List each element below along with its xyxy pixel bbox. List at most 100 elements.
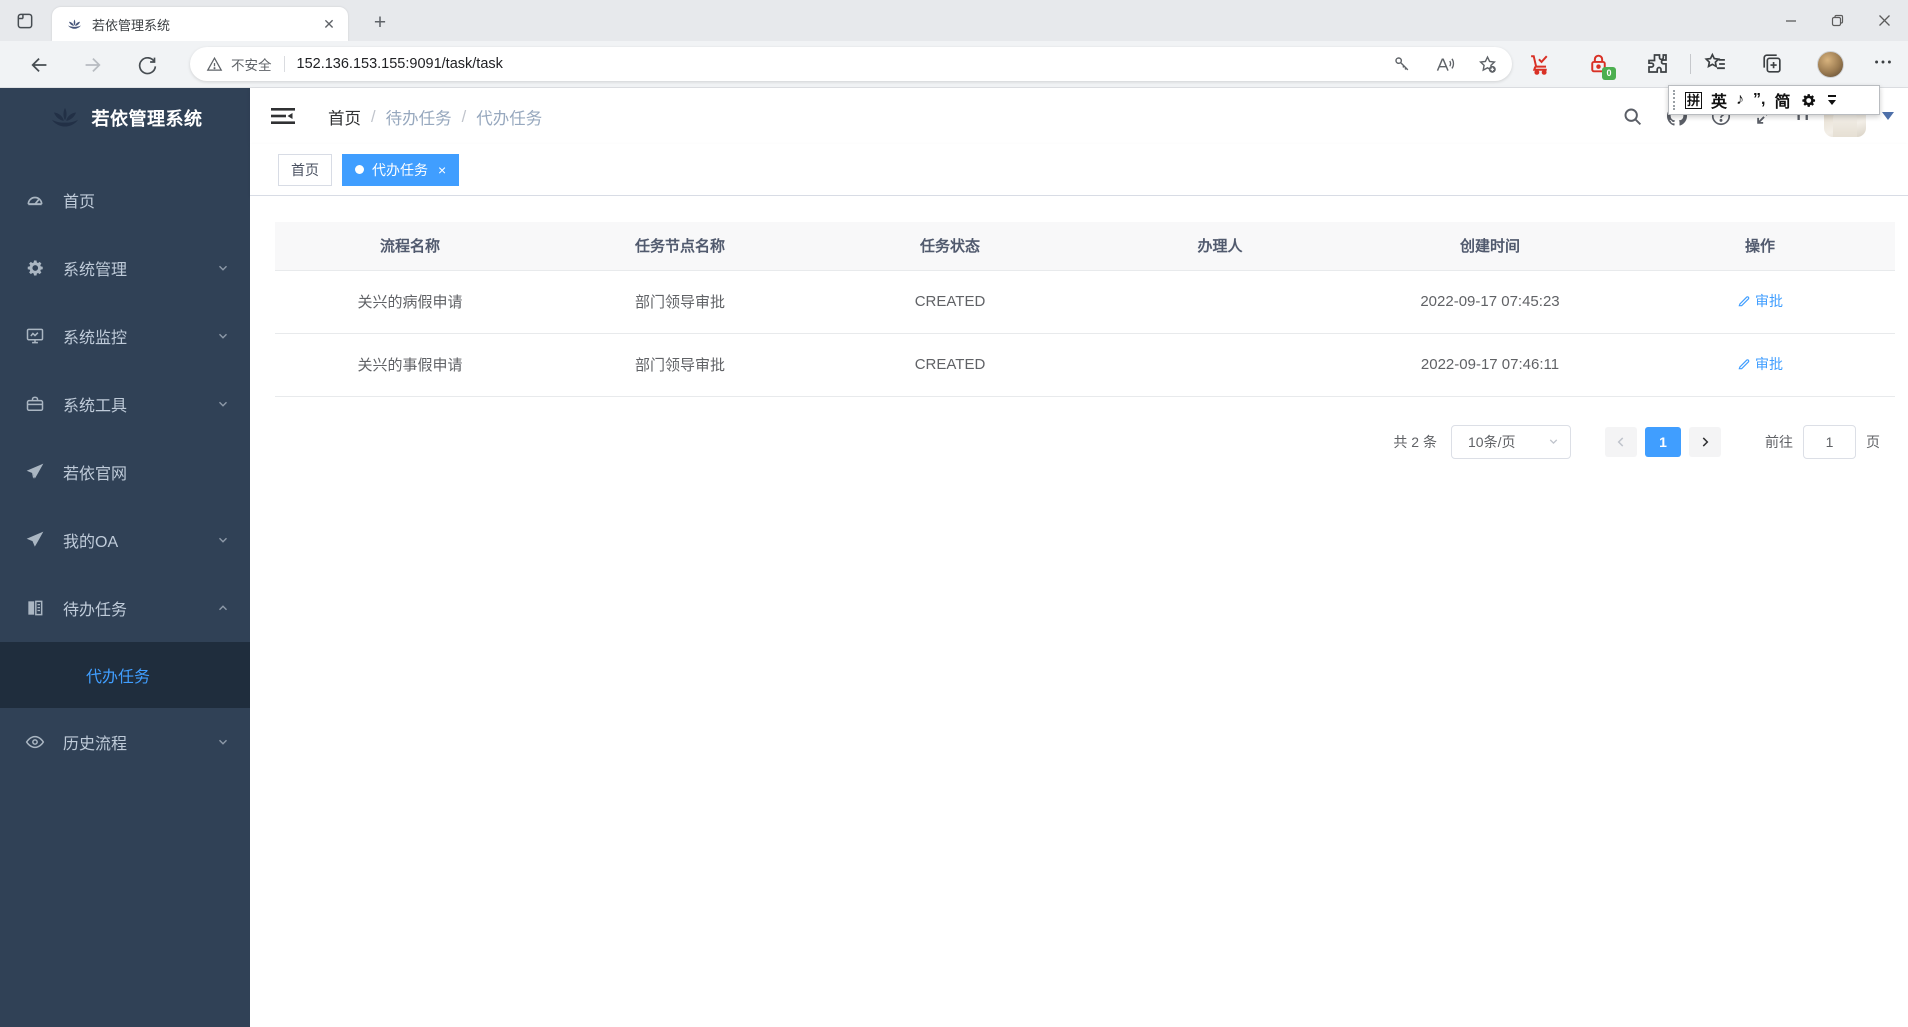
sidebar-item-system-monitor[interactable]: 系统监控	[0, 302, 250, 370]
caret-down-icon[interactable]	[1882, 112, 1894, 120]
chevron-right-icon	[1702, 436, 1709, 447]
next-page-button[interactable]	[1689, 426, 1721, 457]
sidebar-item-label: 系统监控	[63, 330, 128, 347]
cell-task-node: 部门领导审批	[545, 270, 815, 334]
back-icon[interactable]	[27, 52, 53, 78]
toolbox-icon	[26, 396, 44, 411]
address-divider	[283, 56, 285, 72]
ime-punctuation-mode[interactable]: ”,	[1753, 91, 1765, 109]
ime-simplified-mode[interactable]: 简	[1774, 88, 1790, 112]
approve-button[interactable]: 审批	[1737, 291, 1783, 311]
ime-drag-handle[interactable]	[1673, 90, 1676, 110]
address-bar[interactable]: 不安全 152.136.153.155:9091/task/task	[190, 47, 1512, 81]
cell-status: CREATED	[815, 270, 1085, 334]
breadcrumb-current: 代办任务	[476, 110, 543, 128]
col-created-at: 创建时间	[1355, 222, 1625, 271]
chevron-left-icon	[1617, 436, 1624, 447]
forward-icon[interactable]	[79, 52, 105, 78]
edit-pencil-icon	[1738, 296, 1750, 307]
sidebar-item-system-manage[interactable]: 系统管理	[0, 234, 250, 302]
password-key-icon[interactable]	[1392, 54, 1412, 74]
task-table: 流程名称 任务节点名称 任务状态 办理人 创建时间 操作 关兴的病假申请 部门领…	[275, 222, 1895, 397]
breadcrumb: 首页 / 待办任务 / 代办任务	[328, 105, 542, 129]
window-restore-button[interactable]	[1814, 0, 1861, 41]
dashboard-icon	[27, 196, 43, 206]
settings-more-icon[interactable]	[1872, 51, 1894, 73]
tag-close-icon[interactable]: ×	[438, 163, 446, 177]
sidebar-logo[interactable]: 若依管理系统	[0, 88, 250, 148]
table-header-row: 流程名称 任务节点名称 任务状态 办理人 创建时间 操作	[275, 222, 1895, 271]
col-task-status: 任务状态	[815, 222, 1085, 271]
sidebar-item-label: 历史流程	[63, 736, 128, 753]
cell-status: CREATED	[815, 333, 1085, 397]
favorites-bar-icon[interactable]	[1703, 51, 1728, 76]
ime-sound-icon[interactable]: ♪	[1736, 91, 1744, 109]
refresh-icon[interactable]	[134, 52, 160, 78]
prev-page-button[interactable]	[1605, 426, 1637, 457]
tag-pending-tasks-active[interactable]: 代办任务 ×	[342, 153, 460, 186]
tab-close-icon[interactable]: ✕	[320, 15, 338, 33]
header-search-icon[interactable]	[1618, 101, 1648, 131]
sidebar-item-ruoyi-site[interactable]: 若依官网	[0, 438, 250, 506]
chevron-down-icon	[219, 333, 227, 339]
page-number-1[interactable]: 1	[1645, 426, 1681, 457]
ime-english-mode[interactable]: 英	[1711, 88, 1727, 112]
col-actions: 操作	[1625, 222, 1895, 271]
breadcrumb-separator: /	[461, 107, 467, 126]
browser-tab[interactable]: 若依管理系统 ✕	[52, 7, 348, 41]
tag-label: 代办任务	[372, 161, 428, 178]
chevron-down-icon	[219, 739, 227, 745]
approve-button[interactable]: 审批	[1737, 354, 1783, 374]
cell-process-name: 关兴的病假申请	[275, 270, 545, 334]
app-navbar: 首页 / 待办任务 / 代办任务 TI	[250, 88, 1908, 144]
extensions-puzzle-icon[interactable]	[1645, 51, 1669, 75]
collections-icon[interactable]	[1759, 51, 1784, 76]
sidebar-item-home[interactable]: 首页	[0, 166, 250, 234]
breadcrumb-home[interactable]: 首页	[328, 105, 361, 129]
ime-more-icon[interactable]	[1827, 95, 1836, 105]
tab-title: 若依管理系统	[92, 17, 171, 33]
window-minimize-button[interactable]	[1767, 0, 1814, 41]
page-size-select[interactable]: 10条/页	[1451, 424, 1571, 459]
sidebar-subitem-label: 代办任务	[86, 669, 151, 686]
url-text[interactable]: 152.136.153.155:9091/task/task	[297, 56, 1393, 72]
browser-profile-avatar[interactable]	[1817, 51, 1844, 78]
sidebar-fold-icon[interactable]	[270, 104, 296, 128]
lock-badge: 0	[1602, 67, 1616, 80]
edit-pencil-icon	[1738, 359, 1750, 370]
main-content: 流程名称 任务节点名称 任务状态 办理人 创建时间 操作 关兴的病假申请 部门领…	[250, 196, 1908, 1027]
sidebar-menu: 首页 系统管理 系统监控 系统工具 若依官网 我的OA 待办任务 代办任务 历史…	[0, 166, 250, 776]
extension-cart-icon[interactable]	[1528, 51, 1553, 76]
window-close-button[interactable]	[1861, 0, 1908, 41]
tab-actions-menu-icon[interactable]	[12, 8, 38, 34]
new-tab-button[interactable]: +	[366, 9, 394, 37]
pagination: 共 2 条 10条/页 1 前往 页	[275, 424, 1880, 459]
ime-pinyin-mode[interactable]: 拼	[1685, 91, 1703, 109]
extension-lock-icon[interactable]: 0	[1586, 51, 1616, 80]
monitor-icon	[26, 328, 44, 344]
cell-process-name: 关兴的事假申请	[275, 333, 545, 397]
col-assignee: 办理人	[1085, 222, 1355, 271]
favorite-add-icon[interactable]	[1477, 54, 1498, 75]
active-dot-icon	[355, 165, 364, 174]
site-security[interactable]: 不安全	[206, 54, 272, 74]
sidebar-item-history-flow[interactable]: 历史流程	[0, 708, 250, 776]
security-label: 不安全	[231, 58, 272, 73]
sidebar-subitem-pending-tasks-active[interactable]: 代办任务	[0, 642, 250, 708]
browser-window: 若依管理系统 ✕ + 不安全 152.136.153.155:9091/task…	[0, 0, 1908, 1027]
goto-label: 前往	[1765, 433, 1793, 450]
ime-settings-gear-icon[interactable]	[1800, 92, 1817, 109]
gear-icon	[27, 260, 43, 276]
sidebar-item-label: 待办任务	[63, 602, 128, 619]
sidebar-item-todo-tasks[interactable]: 待办任务	[0, 574, 250, 642]
breadcrumb-todo[interactable]: 待办任务	[386, 105, 452, 129]
sidebar-item-label: 系统管理	[63, 262, 128, 279]
tag-home[interactable]: 首页	[278, 153, 332, 186]
pagination-total: 共 2 条	[1393, 433, 1437, 450]
read-aloud-icon[interactable]	[1434, 54, 1455, 75]
sidebar-item-system-tools[interactable]: 系统工具	[0, 370, 250, 438]
sidebar-item-my-oa[interactable]: 我的OA	[0, 506, 250, 574]
ime-toolbar[interactable]: 拼 英 ♪ ”, 简	[1668, 85, 1880, 115]
goto-page-input[interactable]	[1803, 424, 1856, 459]
chevron-down-icon	[219, 401, 227, 407]
